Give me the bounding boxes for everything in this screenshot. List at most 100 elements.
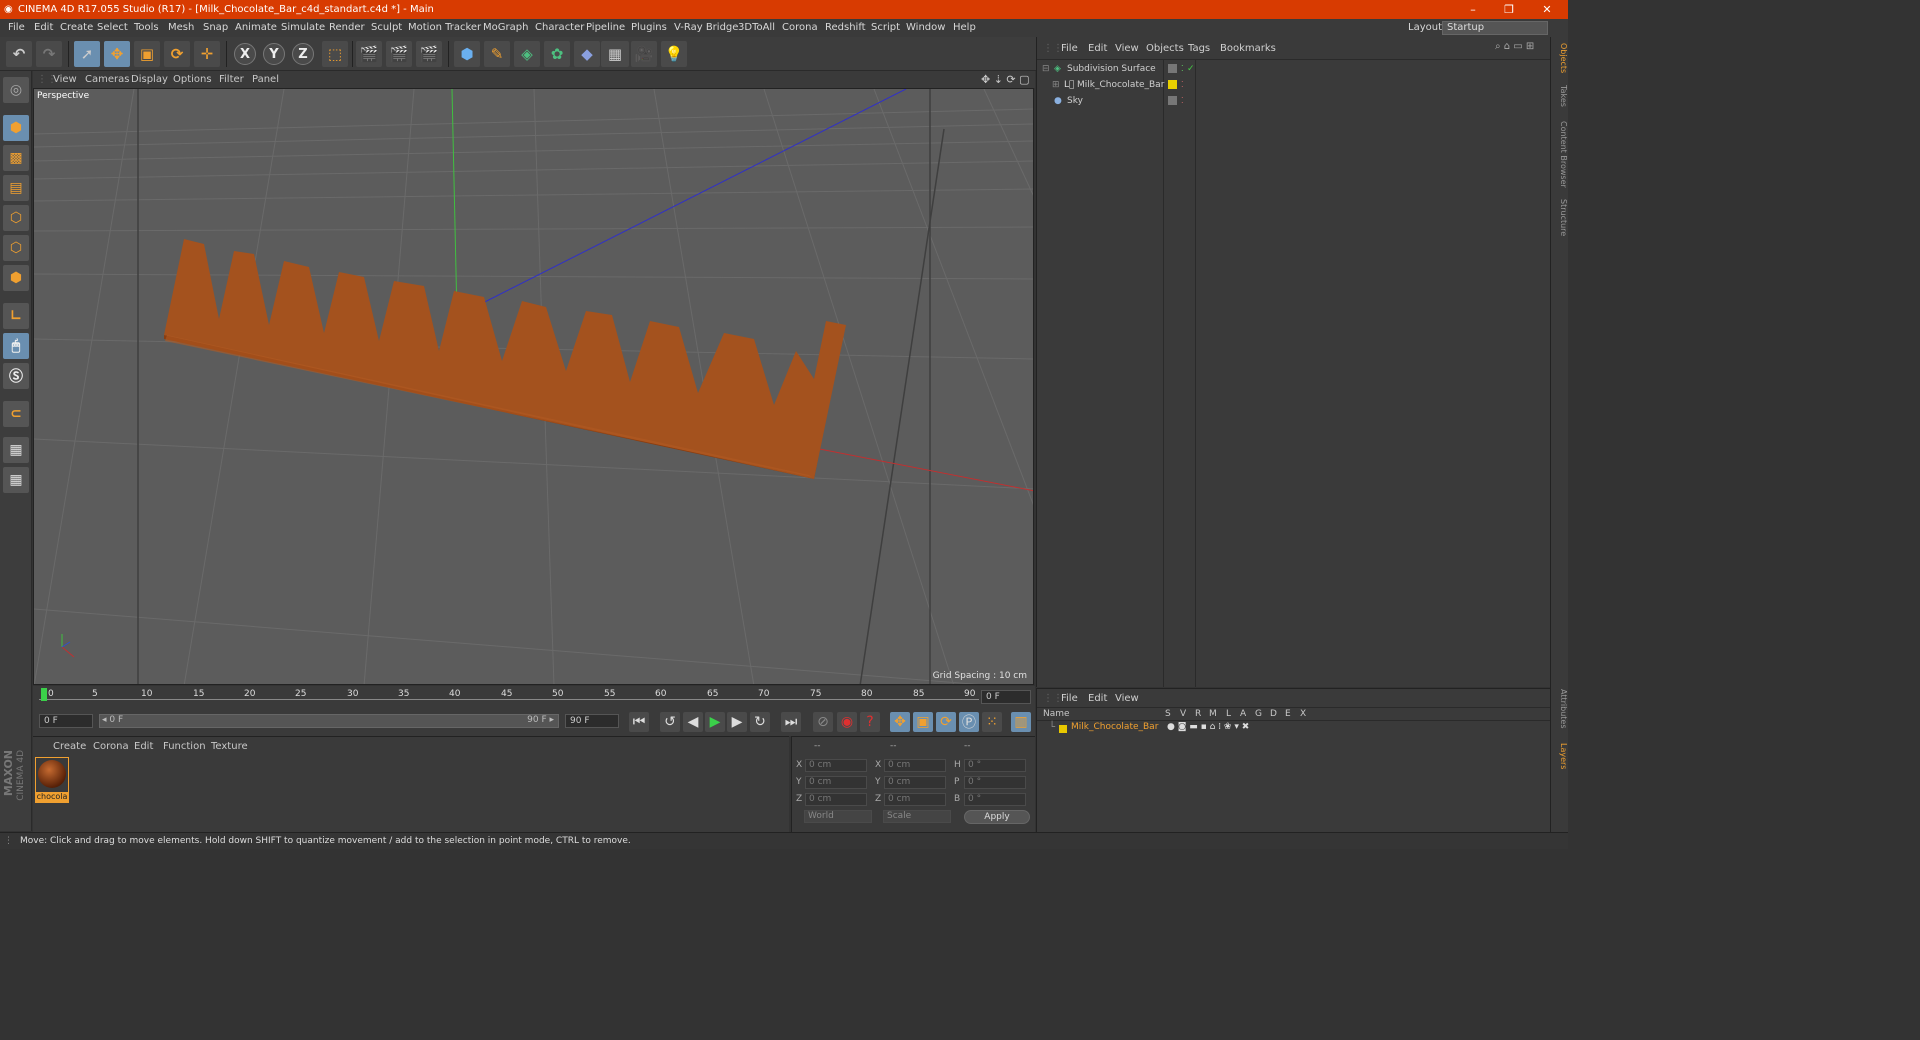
material-menu-function[interactable]: Function [163, 741, 206, 752]
key-parameter-icon[interactable]: Ⓟ [959, 712, 979, 732]
layer-color-swatch[interactable] [1059, 725, 1067, 733]
object-menu-objects[interactable]: Objects [1146, 43, 1184, 54]
next-frame-icon[interactable]: ▶ [727, 712, 747, 732]
key-scale-icon[interactable]: ▣ [913, 712, 933, 732]
object-menu-file[interactable]: File [1061, 43, 1078, 54]
playhead[interactable] [41, 688, 47, 701]
menu-render[interactable]: Render [329, 19, 365, 37]
tab-attributes[interactable]: Attributes [1552, 689, 1568, 729]
rotation-h-field[interactable]: 0 ° [964, 759, 1026, 772]
material-menu-create[interactable]: Create [53, 741, 86, 752]
end-frame-field[interactable]: 90 F [565, 714, 619, 728]
render-picture-viewer-icon[interactable]: 🎬 [386, 41, 412, 67]
light-icon[interactable]: 💡 [661, 41, 687, 67]
snap-icon[interactable]: Ⓢ [3, 363, 29, 389]
key-position-icon[interactable]: ✥ [890, 712, 910, 732]
size-z-field[interactable]: 0 cm [884, 793, 946, 806]
camera-icon[interactable]: 🎥 [631, 41, 657, 67]
current-frame-field[interactable]: 0 F [981, 690, 1031, 704]
object-menu-tags[interactable]: Tags [1188, 43, 1210, 54]
viewport-menu-options[interactable]: Options [173, 71, 212, 88]
axis-x-button[interactable]: X [234, 43, 256, 65]
undo-icon[interactable]: ↶ [6, 41, 32, 67]
layer-col-deformers[interactable]: D [1270, 709, 1277, 719]
rotation-b-field[interactable]: 0 ° [964, 793, 1026, 806]
viewport-nav-icons[interactable]: ✥ ⇣ ⟳ ▢ [981, 71, 1030, 88]
rotate-tool-icon[interactable]: ⟳ [164, 41, 190, 67]
material-menu-corona[interactable]: Corona [93, 741, 129, 752]
autokey-icon[interactable]: ◉ [837, 712, 857, 732]
menu-character[interactable]: Character [535, 19, 584, 37]
position-z-field[interactable]: 0 cm [805, 793, 867, 806]
menu-mesh[interactable]: Mesh [168, 19, 194, 37]
keyframe-selection-icon[interactable]: ? [860, 712, 880, 732]
viewport-menu-filter[interactable]: Filter [219, 71, 244, 88]
menu-vray-bridge[interactable]: V-Ray Bridge [674, 19, 738, 37]
axis-y-button[interactable]: Y [263, 43, 285, 65]
object-row-sky[interactable]: ● Sky ⁚ [1040, 93, 1550, 109]
viewport-menu-cameras[interactable]: Cameras [85, 71, 129, 88]
coordinate-space-select[interactable]: World [804, 810, 872, 823]
tab-takes[interactable]: Takes [1552, 85, 1568, 107]
menu-edit[interactable]: Edit [34, 19, 53, 37]
object-menu-edit[interactable]: Edit [1088, 43, 1107, 54]
next-key-icon[interactable]: ↻ [750, 712, 770, 732]
object-row-milk-chocolate-bar[interactable]: ⊞ L⃞ Milk_Chocolate_Bar ⁚ [1040, 77, 1550, 93]
menu-help[interactable]: Help [953, 19, 976, 37]
menu-pipeline[interactable]: Pipeline [586, 19, 625, 37]
layer-col-locked[interactable]: L [1226, 709, 1231, 719]
deformer-icon[interactable]: ◆ [574, 41, 600, 67]
pen-spline-icon[interactable]: ✎ [484, 41, 510, 67]
material-menu-edit[interactable]: Edit [134, 741, 153, 752]
timeline-ruler[interactable]: 0 5 10 15 20 25 30 35 40 45 50 55 60 65 … [33, 686, 1035, 708]
menu-sculpt[interactable]: Sculpt [371, 19, 402, 37]
expand-icon[interactable]: ⊞ [1052, 77, 1060, 93]
tab-content-browser[interactable]: Content Browser [1552, 121, 1568, 188]
menu-select[interactable]: Select [97, 19, 128, 37]
object-menu-view[interactable]: View [1115, 43, 1139, 54]
menu-mograph[interactable]: MoGraph [483, 19, 528, 37]
layer-col-solo[interactable]: S [1165, 709, 1171, 719]
menu-plugins[interactable]: Plugins [631, 19, 667, 37]
menu-script[interactable]: Script [871, 19, 900, 37]
play-icon[interactable]: ▶ [705, 712, 725, 732]
polygons-mode-icon[interactable]: ⬢ [3, 265, 29, 291]
layer-menu-file[interactable]: File [1061, 693, 1078, 704]
position-y-field[interactable]: 0 cm [805, 776, 867, 789]
material-swatch[interactable]: chocola [35, 757, 69, 803]
layer-col-generators[interactable]: G [1255, 709, 1262, 719]
expand-icon[interactable]: ⊟ [1042, 61, 1050, 77]
menu-animate[interactable]: Animate [235, 19, 277, 37]
workplane-mode-icon[interactable]: ▤ [3, 175, 29, 201]
previous-frame-icon[interactable]: ◀ [683, 712, 703, 732]
render-view-icon[interactable]: 🎬 [356, 41, 382, 67]
menu-corona[interactable]: Corona [782, 19, 818, 37]
frame-range-slider[interactable]: ◂ 0 F 90 F ▸ [99, 714, 559, 728]
visibility-dots[interactable]: ⁚ [1181, 61, 1184, 77]
recent-tool-icon[interactable]: ✛ [194, 41, 220, 67]
tab-structure[interactable]: Structure [1552, 199, 1568, 236]
magnet-icon[interactable]: ⊂ [3, 401, 29, 427]
coordinate-system-icon[interactable]: ⬚ [322, 41, 348, 67]
layout-select[interactable]: Startup [1442, 21, 1548, 35]
apply-button[interactable]: Apply [964, 810, 1030, 824]
material-menu-texture[interactable]: Texture [211, 741, 248, 752]
select-tool-icon[interactable]: ➚ [74, 41, 100, 67]
layer-swatch[interactable] [1168, 96, 1177, 105]
axis-z-button[interactable]: Z [292, 43, 314, 65]
layer-col-view[interactable]: V [1180, 709, 1186, 719]
axis-mode-icon[interactable]: ∟ [3, 303, 29, 329]
object-manager-tools-icons[interactable]: ⌕ ⌂ ▭ ⊞ [1495, 41, 1534, 52]
layer-col-render[interactable]: R [1195, 709, 1201, 719]
redo-icon[interactable]: ↷ [36, 41, 62, 67]
minimize-button[interactable]: – [1456, 0, 1490, 19]
record-keys-icon[interactable]: ⊘ [813, 712, 833, 732]
layer-col-expressions[interactable]: E [1285, 709, 1291, 719]
tab-layers[interactable]: Layers [1552, 743, 1568, 769]
menu-simulate[interactable]: Simulate [281, 19, 325, 37]
layer-row[interactable]: └ Milk_Chocolate_Bar ● ◙ ▬ ▪ ⌂ ⁞ ❀ ▾ ✖ [1037, 722, 1551, 736]
go-to-end-icon[interactable]: ⏭ [781, 712, 801, 732]
key-pla-icon[interactable]: ⁙ [982, 712, 1002, 732]
layer-menu-edit[interactable]: Edit [1088, 693, 1107, 704]
tab-objects[interactable]: Objects [1552, 43, 1568, 73]
